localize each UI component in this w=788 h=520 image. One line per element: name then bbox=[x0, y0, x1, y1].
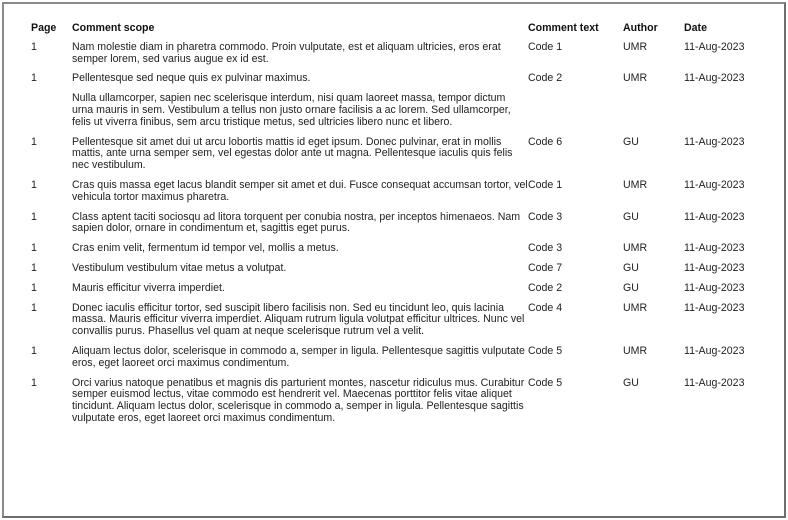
table-row: 1 Orci varius natoque penatibus et magnis… bbox=[31, 376, 774, 431]
table-row: 1 Pellentesque sit amet dui ut arcu lobor… bbox=[31, 135, 774, 178]
table-row: 1 Cras enim velit, fermentum id tempor ve… bbox=[31, 241, 774, 261]
cell-comment-text: Code 2 bbox=[528, 281, 563, 294]
cell-date: 11-Aug-2023 bbox=[684, 242, 745, 255]
scope-paragraph: Aliquam lectus dolor, scelerisque in com… bbox=[72, 344, 525, 369]
cell-date: 11-Aug-2023 bbox=[684, 178, 745, 191]
cell-date: 11-Aug-2023 bbox=[684, 344, 745, 357]
cell-author: UMR bbox=[623, 40, 648, 53]
table-row: 1 Nam molestie diam in pharetra commodo. … bbox=[31, 40, 774, 72]
cell-author: UMR bbox=[623, 72, 648, 85]
table-row: 1 Cras quis massa eget lacus blandit semp… bbox=[31, 178, 774, 210]
cell-page: 1 bbox=[31, 178, 37, 191]
cell-comment-text: Code 3 bbox=[528, 242, 563, 255]
scope-paragraph: Orci varius natoque penatibus et magnis … bbox=[72, 376, 525, 424]
header-author: Author bbox=[623, 22, 658, 34]
cell-page: 1 bbox=[31, 40, 37, 53]
cell-author: GU bbox=[623, 135, 639, 148]
scope-paragraph: Donec iaculis efficitur tortor, sed susc… bbox=[72, 301, 525, 338]
header-date: Date bbox=[684, 22, 707, 34]
table-row: 1 Class aptent taciti sociosqu ad litora … bbox=[31, 210, 774, 242]
cell-comment-text: Code 5 bbox=[528, 344, 563, 357]
cell-page: 1 bbox=[31, 376, 37, 389]
cell-comment-scope: Aliquam lectus dolor, scelerisque in com… bbox=[72, 344, 528, 376]
cell-author: UMR bbox=[623, 178, 648, 191]
cell-comment-scope: Vestibulum vestibulum vitae metus a volu… bbox=[72, 261, 528, 281]
cell-date: 11-Aug-2023 bbox=[684, 135, 745, 148]
cell-comment-scope: Pellentesque sed neque quis ex pulvinar … bbox=[72, 71, 528, 134]
cell-date: 11-Aug-2023 bbox=[684, 261, 745, 274]
cell-comment-scope: Nam molestie diam in pharetra commodo. P… bbox=[72, 40, 528, 72]
cell-page: 1 bbox=[31, 281, 37, 294]
scope-paragraph: Mauris efficitur viverra imperdiet. bbox=[72, 281, 225, 294]
cell-comment-scope: Orci varius natoque penatibus et magnis … bbox=[72, 376, 528, 431]
cell-comment-text: Code 4 bbox=[528, 301, 563, 314]
cell-author: GU bbox=[623, 210, 639, 223]
cell-date: 11-Aug-2023 bbox=[684, 72, 745, 85]
scope-paragraph: Nulla ullamcorper, sapien nec scelerisqu… bbox=[72, 92, 511, 128]
document-frame: Page Comment scope Comment text Author D… bbox=[2, 2, 786, 518]
cell-comment-scope: Class aptent taciti sociosqu ad litora t… bbox=[72, 210, 528, 242]
scope-paragraph: Nam molestie diam in pharetra commodo. P… bbox=[72, 40, 501, 65]
cell-author: GU bbox=[623, 261, 639, 274]
cell-page: 1 bbox=[31, 210, 37, 223]
cell-page: 1 bbox=[31, 135, 37, 148]
scope-paragraph: Pellentesque sit amet dui ut arcu lobort… bbox=[72, 135, 513, 172]
header-page: Page bbox=[31, 22, 57, 34]
cell-comment-text: Code 1 bbox=[528, 40, 563, 53]
scope-paragraph: Vestibulum vestibulum vitae metus a volu… bbox=[72, 261, 287, 274]
scope-paragraph: Cras enim velit, fermentum id tempor vel… bbox=[72, 242, 339, 255]
header-comment-scope: Comment scope bbox=[72, 22, 155, 34]
cell-comment-scope: Donec iaculis efficitur tortor, sed susc… bbox=[72, 301, 528, 344]
cell-comment-text: Code 7 bbox=[528, 261, 563, 274]
table-row: 1 Aliquam lectus dolor, scelerisque in co… bbox=[31, 344, 774, 376]
cell-comment-text: Code 2 bbox=[528, 72, 563, 85]
cell-comment-scope: Cras enim velit, fermentum id tempor vel… bbox=[72, 241, 528, 261]
cell-comment-scope: Cras quis massa eget lacus blandit sempe… bbox=[72, 178, 528, 210]
cell-author: UMR bbox=[623, 242, 648, 255]
cell-comment-text: Code 1 bbox=[528, 178, 563, 191]
cell-page: 1 bbox=[31, 242, 37, 255]
cell-comment-text: Code 5 bbox=[528, 376, 563, 389]
table-row: 1 Donec iaculis efficitur tortor, sed sus… bbox=[31, 301, 774, 344]
table-row: 1 Vestibulum vestibulum vitae metus a vol… bbox=[31, 261, 774, 281]
cell-date: 11-Aug-2023 bbox=[684, 301, 745, 314]
cell-date: 11-Aug-2023 bbox=[684, 281, 745, 294]
cell-comment-text: Code 6 bbox=[528, 135, 563, 148]
cell-page: 1 bbox=[31, 261, 37, 274]
table-row: 1 Pellentesque sed neque quis ex pulvinar… bbox=[31, 71, 774, 134]
cell-page: 1 bbox=[31, 301, 37, 314]
cell-author: GU bbox=[623, 281, 639, 294]
cell-date: 11-Aug-2023 bbox=[684, 40, 745, 53]
cell-comment-scope: Mauris efficitur viverra imperdiet. bbox=[72, 281, 528, 301]
table-row: 1 Mauris efficitur viverra imperdiet. Code… bbox=[31, 281, 774, 301]
cell-page: 1 bbox=[31, 344, 37, 357]
cell-comment-scope: Pellentesque sit amet dui ut arcu lobort… bbox=[72, 135, 528, 178]
scope-paragraph: Pellentesque sed neque quis ex pulvinar … bbox=[72, 72, 311, 85]
table-body: 1 Nam molestie diam in pharetra commodo. … bbox=[31, 40, 774, 431]
header-comment-text: Comment text bbox=[528, 22, 599, 34]
cell-author: UMR bbox=[623, 344, 648, 357]
cell-date: 11-Aug-2023 bbox=[684, 376, 745, 389]
cell-author: GU bbox=[623, 376, 639, 389]
cell-comment-text: Code 3 bbox=[528, 210, 563, 223]
cell-author: UMR bbox=[623, 301, 648, 314]
table-header-row: Page Comment scope Comment text Author D… bbox=[31, 21, 774, 40]
scope-paragraph: Cras quis massa eget lacus blandit sempe… bbox=[72, 178, 528, 203]
cell-page: 1 bbox=[31, 72, 37, 85]
comments-table: Page Comment scope Comment text Author D… bbox=[31, 21, 774, 431]
scope-paragraph: Class aptent taciti sociosqu ad litora t… bbox=[72, 210, 521, 235]
cell-date: 11-Aug-2023 bbox=[684, 210, 745, 223]
